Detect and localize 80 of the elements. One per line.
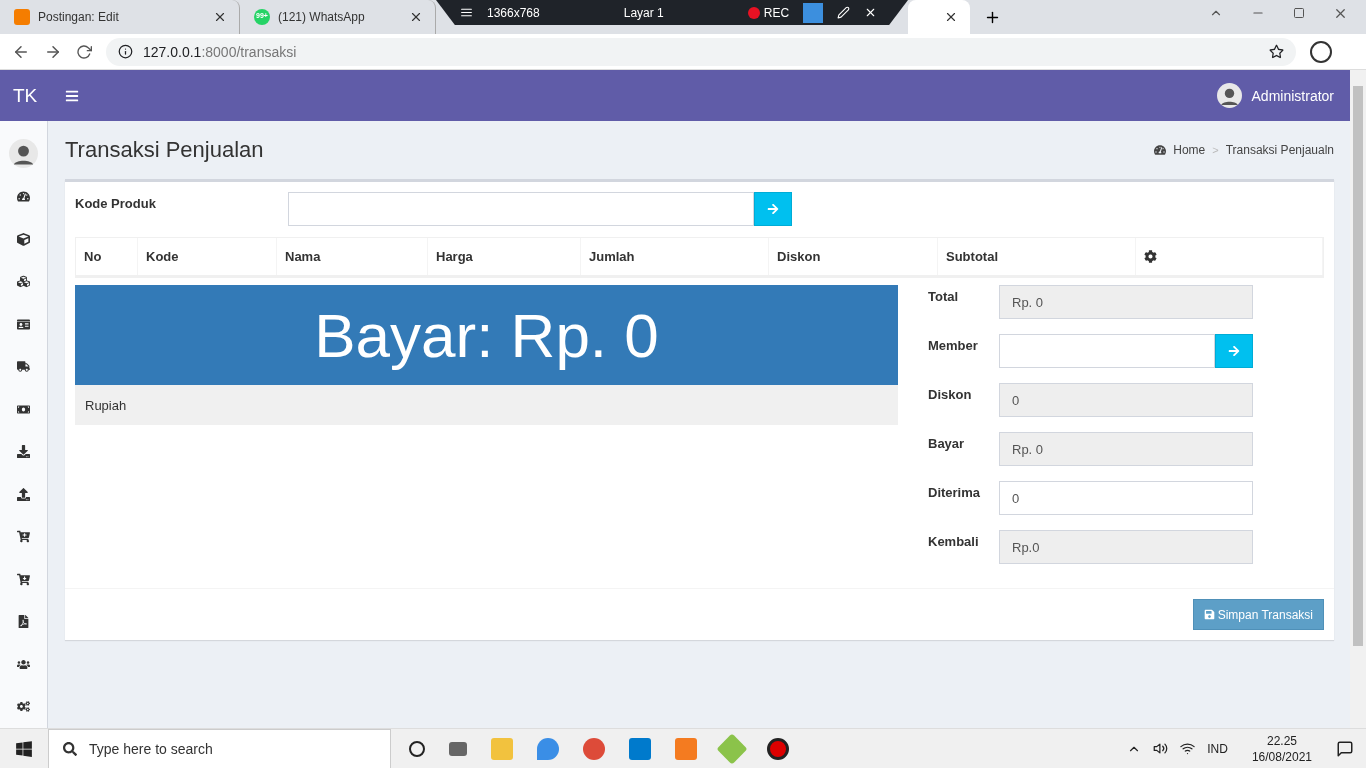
column-header: Diskon [769,238,938,275]
notifications-icon[interactable] [1336,739,1354,758]
reload-icon[interactable] [76,43,92,60]
pdf-file-icon[interactable] [17,615,30,629]
user-name[interactable]: Administrator [1251,87,1334,104]
resolution-label: 1366x768 [487,5,540,20]
breadcrumb-item[interactable]: Home [1173,143,1206,157]
input-field[interactable] [288,192,754,226]
cart-plus-icon[interactable] [17,530,30,544]
wifi-icon[interactable] [1180,741,1196,756]
column-header: No [76,238,138,275]
users-icon[interactable] [17,657,30,671]
close-icon[interactable] [409,10,423,24]
restore-icon[interactable] [1293,7,1305,19]
page-title: Transaksi Penjualan [65,137,264,163]
id-card-icon[interactable] [17,317,30,331]
input-field[interactable] [999,334,1215,368]
cubes-icon[interactable] [17,275,30,289]
scrollbar[interactable] [1350,70,1366,728]
layer-label: Layar 1 [623,5,664,20]
readonly-field[interactable]: Rp. 0 [999,285,1253,319]
gears-icon[interactable] [17,700,30,714]
download-icon[interactable] [17,445,30,459]
volume-icon[interactable] [1153,741,1169,756]
input-field[interactable]: 0 [999,481,1253,515]
field-label: Bayar [928,435,966,451]
settings-icon [1144,250,1157,263]
currency-note: Rupiah [75,385,898,425]
dashboard-icon [1154,144,1167,156]
avatar-icon [1216,83,1242,108]
column-header: Nama [277,238,428,275]
rec-label: REC [763,5,790,20]
dashboard-icon[interactable] [17,190,30,204]
brand-logo[interactable]: TK [13,84,51,107]
avatar-icon [9,138,38,168]
readonly-field[interactable]: 0 [999,383,1253,417]
column-header: Harga [428,238,581,275]
column-header: Jumlah [581,238,769,275]
tab-title: (121) WhatsApp [278,10,365,24]
field-label: Member [928,337,979,353]
field-label: Diskon [928,386,973,402]
taskbar-search[interactable]: Type here to search [48,728,391,768]
menu-icon[interactable] [460,6,473,19]
pencil-icon[interactable] [837,6,851,19]
field-label: Diterima [928,484,982,500]
close-icon[interactable] [213,10,227,24]
clock-date[interactable]: 16/08/2021 [1251,748,1312,765]
close-icon[interactable] [944,10,958,24]
cube-icon[interactable] [17,232,30,246]
column-header: Kode [138,238,277,275]
info-icon [118,44,133,59]
clock-time[interactable]: 22.25 [1266,732,1297,749]
url-path: :8000/transaksi [201,43,297,60]
breadcrumb-item: Transaksi Penjaualn [1225,143,1334,157]
tab-title: Postingan: Edit [38,10,119,24]
breadcrumb-separator: > [1212,144,1219,156]
payment-banner: Bayar: Rp. 0 [75,285,898,385]
extension-icon[interactable] [1310,40,1332,63]
cart-icon[interactable] [17,572,30,586]
arrow-right-icon [767,203,779,215]
field-label: Kembali [928,533,980,549]
field-label: Total [928,288,960,304]
star-icon[interactable] [1269,44,1284,59]
blog-icon [14,9,30,25]
language-indicator[interactable]: IND [1207,741,1228,756]
start-icon[interactable] [15,739,33,758]
readonly-field[interactable]: Rp.0 [999,530,1253,564]
field-label: Kode Produk [75,195,157,211]
upload-icon[interactable] [17,487,30,501]
url-host: 127.0.0.1 [143,43,202,60]
drop-icon[interactable] [537,737,559,760]
save-icon [1203,609,1215,620]
truck-icon[interactable] [17,360,30,374]
column-header: Subtotal [938,238,1136,275]
circle-icon[interactable] [409,740,425,757]
search-icon [63,741,77,756]
readonly-field[interactable]: Rp. 0 [999,432,1253,466]
arrow-right-icon [1228,345,1240,357]
record-icon[interactable] [767,737,789,760]
address-bar[interactable]: 127.0.0.1:8000/transaksi [106,37,1296,66]
